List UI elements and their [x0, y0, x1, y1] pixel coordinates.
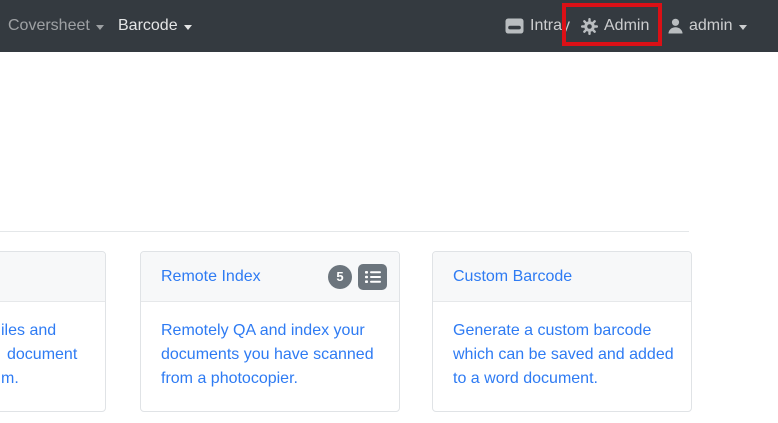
nav-item-barcode[interactable]: Barcode [118, 0, 192, 52]
card-clipped-left[interactable]: iles and document m. [0, 251, 106, 412]
inbox-icon [505, 18, 524, 34]
user-icon [668, 18, 683, 34]
nav-admin-label: Admin [604, 17, 649, 35]
chevron-down-icon [184, 25, 192, 30]
nav-item-admin[interactable]: Admin [581, 0, 649, 52]
nav-item-coversheet[interactable]: Coversheet [8, 0, 104, 52]
list-icon [365, 270, 381, 284]
card-custom-barcode-line: Generate a custom barcode [453, 319, 671, 343]
top-navbar: Coversheet Barcode Intray [0, 0, 778, 52]
card-remote-index-header: Remote Index 5 [141, 252, 399, 302]
card-clipped-line: document [1, 343, 85, 367]
card-custom-barcode-line: which can be saved and added [453, 343, 671, 367]
horizontal-divider [0, 231, 689, 232]
card-remote-index-line: Remotely QA and index your [161, 319, 379, 343]
gear-icon [581, 18, 598, 35]
page: Coversheet Barcode Intray [0, 0, 778, 423]
card-custom-barcode-body[interactable]: Generate a custom barcode which can be s… [433, 302, 691, 391]
card-clipped-header [0, 252, 105, 302]
nav-coversheet-label: Coversheet [8, 17, 90, 35]
card-remote-index-title[interactable]: Remote Index [161, 268, 261, 286]
card-remote-index-body[interactable]: Remotely QA and index your documents you… [141, 302, 399, 391]
card-custom-barcode[interactable]: Custom Barcode Generate a custom barcode… [432, 251, 692, 412]
chevron-down-icon [96, 25, 104, 30]
card-remote-index-line: from a photocopier. [161, 367, 379, 391]
remote-index-count-badge: 5 [328, 265, 352, 289]
chevron-down-icon [739, 25, 747, 30]
remote-index-list-button[interactable] [358, 264, 387, 290]
card-custom-barcode-title[interactable]: Custom Barcode [453, 268, 572, 286]
card-remote-index-line: documents you have scanned [161, 343, 379, 367]
nav-barcode-label: Barcode [118, 17, 178, 35]
nav-item-user-menu[interactable]: admin [668, 0, 747, 52]
card-custom-barcode-header: Custom Barcode [433, 252, 691, 302]
card-clipped-line: iles and [1, 319, 85, 343]
card-clipped-body[interactable]: iles and document m. [0, 302, 105, 391]
nav-item-intray[interactable]: Intray [505, 0, 570, 52]
nav-intray-label: Intray [530, 17, 570, 35]
card-clipped-line: m. [1, 367, 85, 391]
nav-user-label: admin [689, 17, 733, 35]
card-remote-index[interactable]: Remote Index 5 Remotely QA and index you… [140, 251, 400, 412]
card-custom-barcode-line: to a word document. [453, 367, 671, 391]
